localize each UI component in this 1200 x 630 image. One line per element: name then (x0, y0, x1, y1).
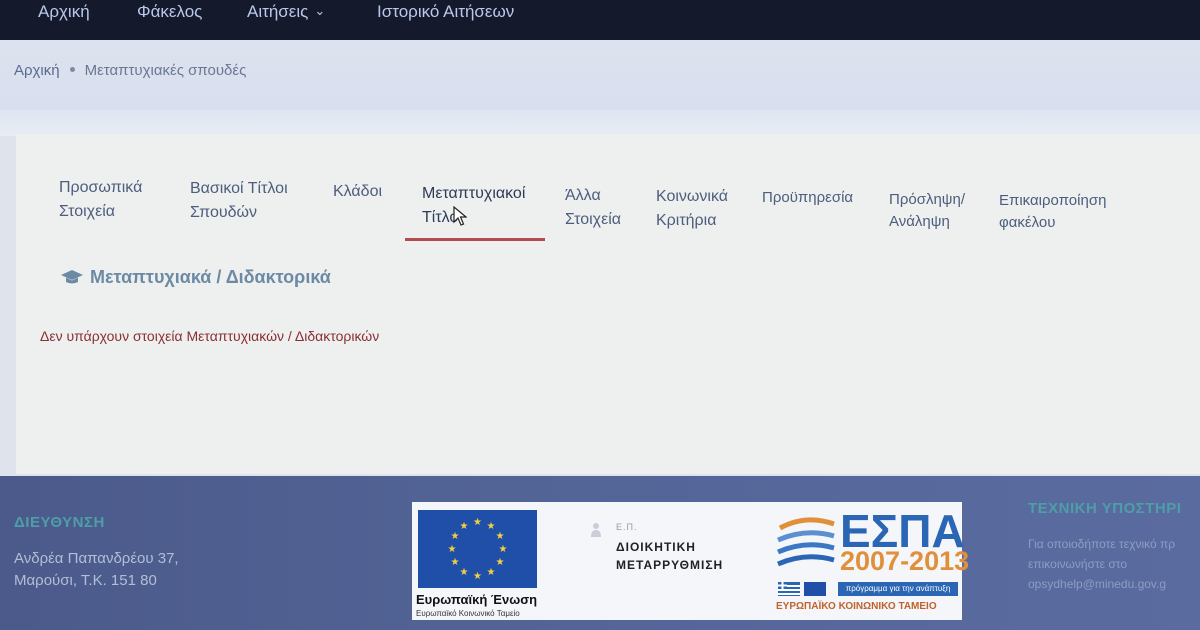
tab-label-line2: φακέλου (999, 214, 1056, 231)
support-title: ΤΕΧΝΙΚΗ ΥΠΟΣΤΗΡΙ (1028, 500, 1182, 517)
svg-text:★: ★ (451, 531, 460, 542)
nav-item-home[interactable]: Αρχική (38, 2, 90, 22)
ep-title-line1: ΔΙΟΙΚΗΤΙΚΗ (616, 540, 696, 554)
breadcrumb: Αρχική Μεταπτυχιακές σπουδές (14, 62, 246, 79)
tab-hiring[interactable]: Πρόσληψη/ Ανάληψη (889, 189, 965, 233)
tab-label-line2: Ανάληψη (889, 213, 950, 230)
svg-text:★: ★ (499, 544, 508, 555)
eu-name: Ευρωπαϊκή Ένωση (416, 592, 538, 607)
espa-program-label: πρόγραμμα για την ανάπτυξη (838, 582, 958, 596)
support-email-link[interactable]: opsydhelp@minedu.gov.g (1028, 574, 1166, 595)
ep-title: ΔΙΟΙΚΗΤΙΚΗ ΜΕΤΑΡΡΥΘΜΙΣΗ (616, 538, 723, 574)
svg-text:★: ★ (496, 531, 505, 542)
tab-label-line1: Άλλα (565, 187, 601, 204)
svg-text:★: ★ (473, 517, 482, 528)
tab-label-line2: Κριτήρια (656, 212, 717, 229)
espa-waves-logo (777, 517, 835, 567)
eu-flag-logo: ★ ★ ★ ★ ★ ★ ★ ★ ★ ★ ★ ★ (418, 510, 537, 588)
graduation-cap-icon (61, 270, 83, 284)
support-line-1: Για οποιοδήποτε τεχνικό πρ (1028, 537, 1176, 551)
tab-folder-update[interactable]: Επικαιροποίηση φακέλου (999, 190, 1106, 234)
section-title-text: Μεταπτυχιακά / Διδακτορικά (90, 267, 331, 287)
eu-fund-name: Ευρωπαϊκό Κοινωνικό Ταμείο (416, 609, 520, 618)
support-line-2: επικοινωνήστε στο (1028, 557, 1128, 571)
chevron-down-icon: ⌄ (314, 3, 326, 18)
nav-item-applications[interactable]: Αιτήσεις ⌄ (247, 2, 325, 22)
empty-state-message: Δεν υπάρχουν στοιχεία Μεταπτυχιακών / Δι… (40, 328, 380, 344)
greek-flag-icon (778, 582, 800, 596)
address-line-2: Μαρούσι, Τ.Κ. 151 80 (14, 572, 157, 589)
ep-label: Ε.Π. (616, 522, 638, 532)
tab-label-line1: Κοινωνικά (656, 188, 729, 205)
tab-label-line2: Σπουδών (190, 204, 257, 221)
footer: ΔΙΕΥΘΥΝΣΗ Ανδρέα Παπανδρέου 37, Μαρούσι,… (0, 476, 1200, 630)
tab-label-line2: Στοιχεία (59, 203, 116, 220)
active-tab-indicator (405, 238, 545, 241)
breadcrumb-home-link[interactable]: Αρχική (14, 62, 60, 79)
espa-years: 2007-2013 (840, 546, 970, 576)
tab-other-info[interactable]: Άλλα Στοιχεία (565, 184, 621, 232)
tab-social-criteria[interactable]: Κοινωνικά Κριτήρια (656, 185, 728, 233)
breadcrumb-separator (69, 67, 75, 73)
tab-prior-service[interactable]: Προϋπηρεσία (762, 187, 853, 209)
tab-label-line1: Πρόσληψη/ (889, 191, 966, 208)
person-icon (591, 523, 601, 537)
tab-label-line1: Προϋπηρεσία (762, 189, 854, 206)
espa-fund-label: ΕΥΡΩΠΑΪΚΟ ΚΟΙΝΩΝΙΚΟ ΤΑΜΕΙΟ (776, 601, 937, 612)
section-title: Μεταπτυχιακά / Διδακτορικά (60, 267, 331, 288)
main-card: Προσωπικά Στοιχεία Βασικοί Τίτλοι Σπουδώ… (16, 134, 1200, 474)
tab-label-line1: Μεταπτυχιακοί (422, 185, 526, 202)
svg-text:★: ★ (487, 521, 496, 532)
tab-label-line1: Επικαιροποίηση (999, 192, 1107, 209)
tab-label-line1: Κλάδοι (333, 183, 383, 200)
tab-label-line1: Βασικοί Τίτλοι (190, 180, 288, 197)
breadcrumb-band: Αρχική Μεταπτυχιακές σπουδές (0, 40, 1200, 110)
sponsor-logos-banner: ★ ★ ★ ★ ★ ★ ★ ★ ★ ★ ★ ★ Ευρωπαϊκή Ένωση Ευρωπαϊκ… (412, 502, 969, 620)
ep-title-line2: ΜΕΤΑΡΡΥΘΜΙΣΗ (616, 558, 724, 572)
header-strip (0, 110, 1200, 136)
eu-flag-small-icon (804, 582, 826, 596)
svg-text:★: ★ (473, 571, 482, 582)
tab-personal-info[interactable]: Προσωπικά Στοιχεία (59, 176, 142, 224)
tab-basic-degrees[interactable]: Βασικοί Τίτλοι Σπουδών (190, 177, 288, 225)
mouse-cursor-icon (453, 206, 467, 226)
tab-label-line2: Τίτλοι (422, 209, 462, 226)
address-line-1: Ανδρέα Παπανδρέου 37, (14, 550, 179, 567)
nav-item-application-history[interactable]: Ιστορικό Αιτήσεων (377, 2, 514, 22)
nav-item-folder[interactable]: Φάκελος (137, 2, 202, 22)
svg-text:★: ★ (451, 557, 460, 568)
address-title: ΔΙΕΥΘΥΝΣΗ (14, 514, 105, 531)
tab-postgraduate-degrees[interactable]: Μεταπτυχιακοί Τίτλοι (422, 182, 525, 230)
tab-branches[interactable]: Κλάδοι (333, 180, 382, 204)
svg-text:★: ★ (448, 544, 457, 555)
svg-text:★: ★ (460, 521, 469, 532)
svg-text:★: ★ (496, 557, 505, 568)
top-navigation-bar: Αρχική Φάκελος Αιτήσεις ⌄ Ιστορικό Αιτήσε… (0, 0, 1200, 40)
nav-item-applications-label: Αιτήσεις (247, 2, 309, 21)
svg-text:★: ★ (460, 567, 469, 578)
breadcrumb-current: Μεταπτυχιακές σπουδές (84, 62, 247, 79)
eu-stars-icon: ★ ★★ ★★★ ★★★ ★★★ (448, 517, 508, 582)
tab-label-line1: Προσωπικά (59, 179, 143, 196)
tab-label-line2: Στοιχεία (565, 211, 622, 228)
svg-text:★: ★ (487, 567, 496, 578)
